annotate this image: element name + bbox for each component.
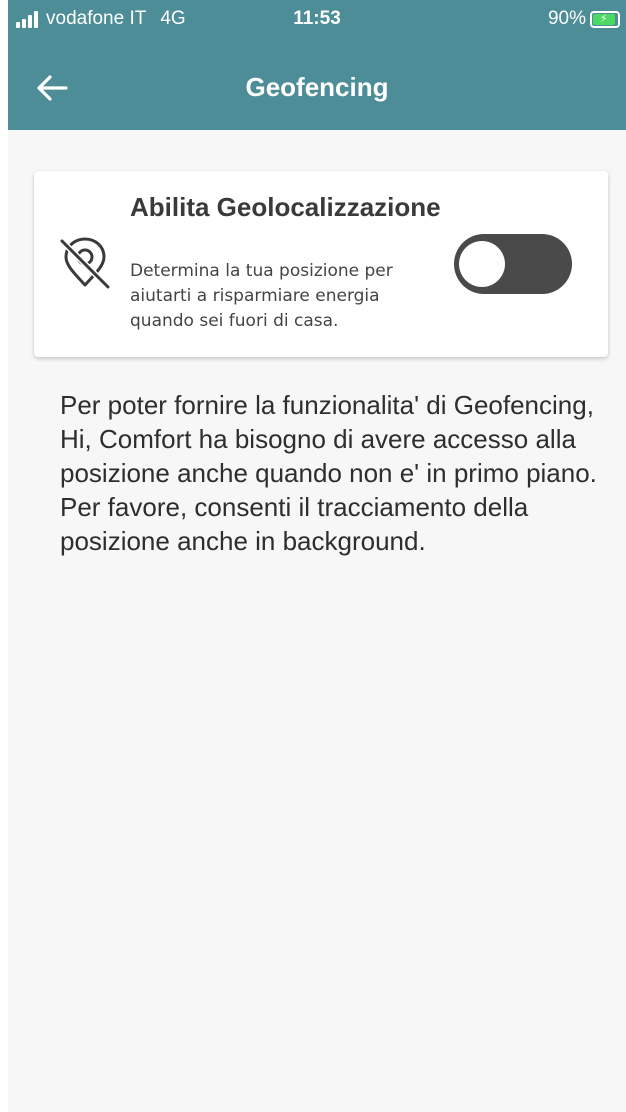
geolocation-card: Abilita Geolocalizzazione Determina la t… xyxy=(34,171,608,357)
status-bar: vodafone IT 4G 11:53 90% ⚡ xyxy=(8,0,626,44)
page-title: Geofencing xyxy=(245,72,389,102)
app-bar: Geofencing xyxy=(8,44,626,130)
status-right: 90% ⚡ xyxy=(548,8,620,30)
geolocation-toggle[interactable] xyxy=(454,234,572,294)
screen: vodafone IT 4G 11:53 90% ⚡ Geofencing Ab… xyxy=(8,0,626,1112)
battery-level: ⚡ xyxy=(593,13,615,25)
toggle-knob xyxy=(459,241,505,287)
card-description: Determina la tua posizione per aiutarti … xyxy=(130,261,393,331)
location-off-icon xyxy=(56,233,114,291)
status-time: 11:53 xyxy=(293,8,341,29)
battery-percent: 90% xyxy=(547,8,586,29)
battery-icon: ⚡ xyxy=(590,10,620,28)
background-location-info: Per poter fornire la funzionalita' di Ge… xyxy=(60,390,597,556)
card-title: Abilita Geolocalizzazione xyxy=(130,192,441,222)
